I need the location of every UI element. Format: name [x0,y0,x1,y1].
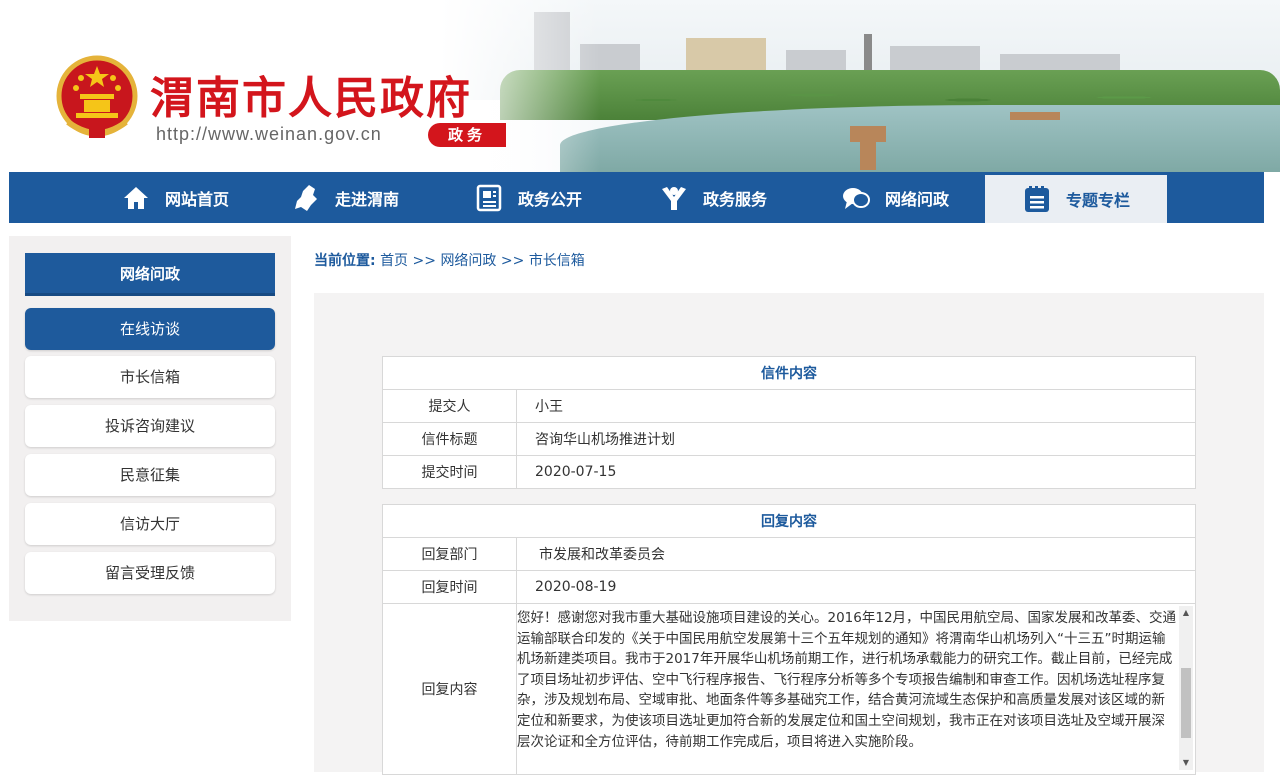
site-url: http://www.weinan.gov.cn [156,124,382,144]
reply-content-text: 您好！感谢您对我市重大基础设施项目建设的关心。2016年12月，中国民用航空局、… [517,610,1177,750]
site-tag-badge: 政务 [428,123,506,147]
main-nav: 网站首页 走进渭南 政务公开 政务服务 网络问政 专题专栏 [9,172,1264,223]
reply-content-box[interactable]: 您好！感谢您对我市重大基础设施项目建设的关心。2016年12月，中国民用航空局、… [517,604,1195,774]
reply-content-label: 回复内容 [382,603,517,775]
nav-label: 走进渭南 [334,189,399,209]
breadcrumb-prefix: 当前位置: [314,253,376,269]
letter-heading: 信件内容 [382,356,1196,390]
scrollbar-thumb[interactable] [1181,668,1191,738]
city-banner-image [440,0,1280,172]
nav-item-about[interactable]: 走进渭南 [255,172,435,223]
letter-table: 信件内容 提交人 小王 信件标题 咨询华山机场推进计划 提交时间 2020-07… [382,356,1196,489]
map-icon [294,184,317,211]
nav-label: 专题专栏 [1065,191,1130,210]
nav-item-online-inquiry[interactable]: 网络问政 [805,172,985,223]
subject-value: 咨询华山机场推进计划 [516,422,1196,456]
subject-label: 信件标题 [382,422,517,456]
table-row: 提交人 小王 [382,389,1196,423]
site-title: 渭南市人民政府 [150,73,472,124]
sidebar-heading: 网络问政 [25,253,275,296]
sidebar-item-complaints[interactable]: 投诉咨询建议 [25,405,275,447]
national-emblem-icon [56,55,138,138]
reply-heading: 回复内容 [382,504,1196,538]
home-icon [123,186,148,209]
sidebar: 网络问政 在线访谈 市长信箱 投诉咨询建议 民意征集 信访大厅 留言受理反馈 [9,236,291,621]
sidebar-item-feedback[interactable]: 留言受理反馈 [25,552,275,594]
scroll-down-icon[interactable]: ▼ [1179,756,1193,770]
table-row: 回复内容 您好！感谢您对我市重大基础设施项目建设的关心。2016年12月，中国民… [382,603,1196,775]
nav-item-open-gov[interactable]: 政务公开 [435,172,621,223]
breadcrumb-separator: >> [412,253,436,269]
reply-scrollbar[interactable]: ▲ ▼ [1179,606,1193,770]
chat-icon [842,187,870,209]
breadcrumb: 当前位置: 首页 >> 网络问政 >> 市长信箱 [314,250,585,270]
reply-time-label: 回复时间 [382,570,517,604]
document-icon [476,184,502,211]
reply-dept-value: 市发展和改革委员会 [516,537,1196,571]
nav-label: 政务公开 [517,189,582,209]
table-row: 信件标题 咨询华山机场推进计划 [382,422,1196,456]
reply-time-value: 2020-08-19 [516,570,1196,604]
table-row: 提交时间 2020-07-15 [382,455,1196,489]
site-header: 渭南市人民政府 http://www.weinan.gov.cn 政务 [0,0,1280,172]
nav-label: 政务服务 [702,189,767,209]
main-content: 信件内容 提交人 小王 信件标题 咨询华山机场推进计划 提交时间 2020-07… [314,293,1264,775]
nav-item-special-topics[interactable]: 专题专栏 [985,172,1167,223]
submitter-label: 提交人 [382,389,517,423]
service-icon [661,186,686,210]
breadcrumb-current-link[interactable]: 市长信箱 [529,253,585,269]
nav-label: 网络问政 [884,189,949,209]
sidebar-item-public-opinion[interactable]: 民意征集 [25,454,275,496]
breadcrumb-section-link[interactable]: 网络问政 [440,253,496,269]
reply-table: 回复内容 回复部门 市发展和改革委员会 回复时间 2020-08-19 回复内容… [382,504,1196,775]
reply-dept-label: 回复部门 [382,537,517,571]
nav-item-home[interactable]: 网站首页 [95,172,255,223]
submit-time-label: 提交时间 [382,455,517,489]
breadcrumb-home-link[interactable]: 首页 [380,253,408,269]
calendar-list-icon [1024,186,1049,212]
nav-label: 网站首页 [164,189,229,209]
submit-time-value: 2020-07-15 [516,455,1196,489]
sidebar-item-online-interview[interactable]: 在线访谈 [25,308,275,350]
submitter-value: 小王 [516,389,1196,423]
breadcrumb-separator: >> [500,253,525,269]
nav-item-services[interactable]: 政务服务 [621,172,805,223]
sidebar-item-petition-hall[interactable]: 信访大厅 [25,503,275,545]
table-row: 回复时间 2020-08-19 [382,570,1196,604]
scroll-up-icon[interactable]: ▲ [1179,606,1193,620]
sidebar-item-mayor-mailbox[interactable]: 市长信箱 [25,356,275,398]
table-row: 回复部门 市发展和改革委员会 [382,537,1196,571]
